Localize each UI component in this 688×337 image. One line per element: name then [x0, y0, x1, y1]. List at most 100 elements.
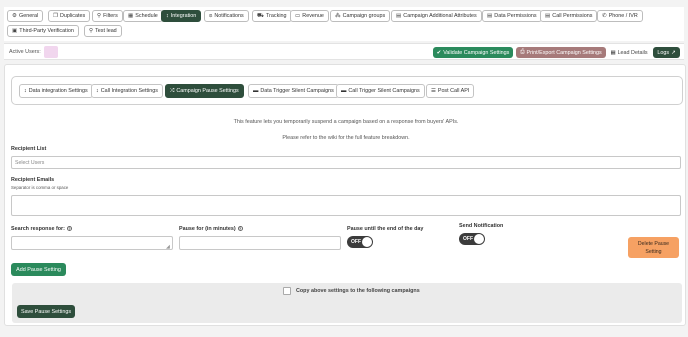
- subtab-label: Campaign Pause Settings: [176, 88, 239, 94]
- validate-label: Validate Campaign Settings: [443, 49, 510, 56]
- pin-icon: ⚲: [89, 28, 94, 34]
- toggle-state: OFF: [463, 236, 473, 242]
- subtab-data-integration-settings[interactable]: ↕ Data integration Settings: [19, 84, 93, 98]
- tab-filters[interactable]: ⚲ Filters: [92, 10, 123, 22]
- resize-handle-icon[interactable]: ◢: [166, 244, 170, 250]
- copy-icon: ❐: [53, 13, 59, 19]
- monitor-icon: ▬: [341, 88, 347, 94]
- validate-campaign-settings-button[interactable]: ✔ Validate Campaign Settings: [433, 47, 513, 58]
- list-icon: ☰: [431, 88, 436, 94]
- active-user-avatar[interactable]: [44, 46, 58, 58]
- tab-label: Test lead: [95, 28, 117, 34]
- id-card-icon: ▣: [12, 28, 18, 34]
- tab-label: Revenue: [302, 13, 324, 19]
- truck-icon: ⛟: [257, 12, 265, 19]
- recipient-list-select[interactable]: Select Users: [11, 156, 681, 169]
- print-label: Print/Export Campaign Settings: [526, 49, 602, 56]
- tab-label: Third-Party Verification: [19, 28, 74, 34]
- subtab-campaign-pause-settings[interactable]: ⤮ Campaign Pause Settings: [165, 84, 244, 98]
- pause-until-label: Pause until the end of the day: [347, 226, 424, 232]
- toggle-state: OFF: [351, 239, 361, 245]
- integration-panel: ↕ Data integration Settings ↕ Call Integra…: [4, 64, 686, 326]
- wiki-reference: Please refer to the wiki for the full fe…: [282, 135, 410, 141]
- recipient-list-label: Recipient List: [11, 146, 47, 152]
- calendar-icon: ▦: [128, 13, 134, 19]
- data-file-icon: ▤: [487, 13, 493, 19]
- pause-for-label-text: Pause for (in minutes): [179, 226, 236, 232]
- tab-label: Call Permissions: [552, 13, 593, 19]
- pause-until-toggle[interactable]: OFF: [347, 236, 373, 248]
- search-response-label: Search response for:?: [11, 226, 72, 232]
- tab-phone-ivr[interactable]: ✆ Phone / IVR: [597, 10, 643, 22]
- tab-call-permissions[interactable]: ▤ Call Permissions: [540, 10, 598, 22]
- tab-campaign-groups[interactable]: ⁂ Campaign groups: [330, 10, 391, 22]
- subtab-data-trigger-silent-campaigns[interactable]: ▬ Data Trigger Silent Campaigns: [248, 84, 339, 98]
- tab-general[interactable]: ⚙ General: [7, 10, 44, 22]
- print-icon: ⎙: [520, 49, 525, 55]
- copy-settings-label: Copy above settings to the following cam…: [296, 288, 420, 294]
- tab-notifications[interactable]: ⍝ Notifications: [204, 10, 249, 22]
- tab-tracking[interactable]: ⛟ Tracking: [252, 10, 292, 22]
- tab-label: General: [19, 13, 39, 19]
- document-icon: ▤: [396, 13, 402, 19]
- tab-revenue[interactable]: ▭ Revenue: [290, 10, 329, 22]
- arrows-vertical-icon: ↕: [166, 13, 169, 19]
- tab-test-lead[interactable]: ⚲ Test lead: [84, 25, 122, 37]
- external-link-icon: ↗: [671, 49, 676, 56]
- search-response-input[interactable]: [11, 236, 173, 250]
- pause-for-input[interactable]: [179, 236, 341, 250]
- integration-subtabs: ↕ Data integration Settings ↕ Call Integra…: [11, 76, 683, 105]
- tab-label: Campaign Additional Attributes: [403, 13, 477, 19]
- subtab-post-call-api[interactable]: ☰ Post Call API: [426, 84, 475, 98]
- search-response-label-text: Search response for:: [11, 226, 65, 232]
- send-notification-toggle[interactable]: OFF: [459, 233, 485, 245]
- phone-icon: ✆: [602, 13, 607, 19]
- money-icon: ▭: [295, 13, 301, 19]
- lead-details-label: Lead Details: [617, 49, 648, 56]
- tab-label: Campaign groups: [342, 13, 386, 19]
- help-icon[interactable]: ?: [237, 226, 243, 232]
- monitor-icon: ▬: [253, 88, 259, 94]
- tab-integration[interactable]: ↕ Integration: [161, 10, 202, 22]
- copy-settings-box: Copy above settings to the following cam…: [12, 283, 682, 323]
- tab-label: Tracking: [266, 13, 287, 19]
- tab-schedule[interactable]: ▦ Schedule: [123, 10, 163, 22]
- lead-details-button[interactable]: ▦ Lead Details: [609, 47, 649, 58]
- recipient-emails-label: Recipient Emails: [11, 177, 55, 183]
- tab-label: Data Permissions: [494, 13, 537, 19]
- logs-label: Logs: [657, 49, 670, 56]
- subtab-label: Call Integration Settings: [100, 88, 158, 94]
- subtab-label: Call Trigger Silent Campaigns: [348, 88, 420, 94]
- sitemap-icon: ⁂: [335, 13, 341, 19]
- shuffle-icon: ⤮: [170, 87, 175, 94]
- tab-campaign-additional-attributes[interactable]: ▤ Campaign Additional Attributes: [391, 10, 482, 22]
- subtab-call-trigger-silent-campaigns[interactable]: ▬ Call Trigger Silent Campaigns: [336, 84, 425, 98]
- call-file-icon: ▤: [545, 13, 551, 19]
- tab-label: Duplicates: [60, 13, 86, 19]
- print-export-button[interactable]: ⎙ Print/Export Campaign Settings: [516, 47, 606, 58]
- tab-duplicates[interactable]: ❐ Duplicates: [48, 10, 91, 22]
- tab-third-party-verification[interactable]: ▣ Third-Party Verification: [7, 25, 79, 37]
- tab-label: Schedule: [135, 13, 158, 19]
- tab-label: Notifications: [214, 13, 244, 19]
- subtab-label: Post Call API: [437, 88, 470, 94]
- recipient-emails-hint: Separator is comma or space: [11, 185, 69, 190]
- add-pause-setting-button[interactable]: Add Pause Setting: [11, 263, 66, 276]
- active-users-label: Active Users:: [9, 49, 41, 55]
- subtab-label: Data integration Settings: [28, 88, 88, 94]
- copy-settings-checkbox[interactable]: [283, 287, 291, 295]
- send-notification-label: Send Notification: [459, 223, 504, 229]
- tab-data-permissions[interactable]: ▤ Data Permissions: [482, 10, 542, 22]
- tab-label: Integration: [170, 13, 197, 19]
- settings-tab-bar: ⚙ General ❐ Duplicates ⚲ Filters ▦ Schedule …: [4, 7, 684, 41]
- save-pause-settings-button[interactable]: Save Pause Settings: [17, 305, 75, 318]
- action-strip: Active Users: ✔ Validate Campaign Setting…: [4, 43, 684, 60]
- delete-pause-setting-button[interactable]: Delete Pause Setting: [628, 237, 679, 258]
- toggle-knob: [362, 237, 372, 247]
- recipient-emails-textarea[interactable]: [11, 195, 681, 216]
- logs-button[interactable]: Logs ↗: [653, 47, 680, 58]
- help-icon[interactable]: ?: [66, 226, 72, 232]
- subtab-label: Data Trigger Silent Campaigns: [260, 88, 334, 94]
- tab-label: Phone / IVR: [608, 13, 638, 19]
- subtab-call-integration-settings[interactable]: ↕ Call Integration Settings: [91, 84, 163, 98]
